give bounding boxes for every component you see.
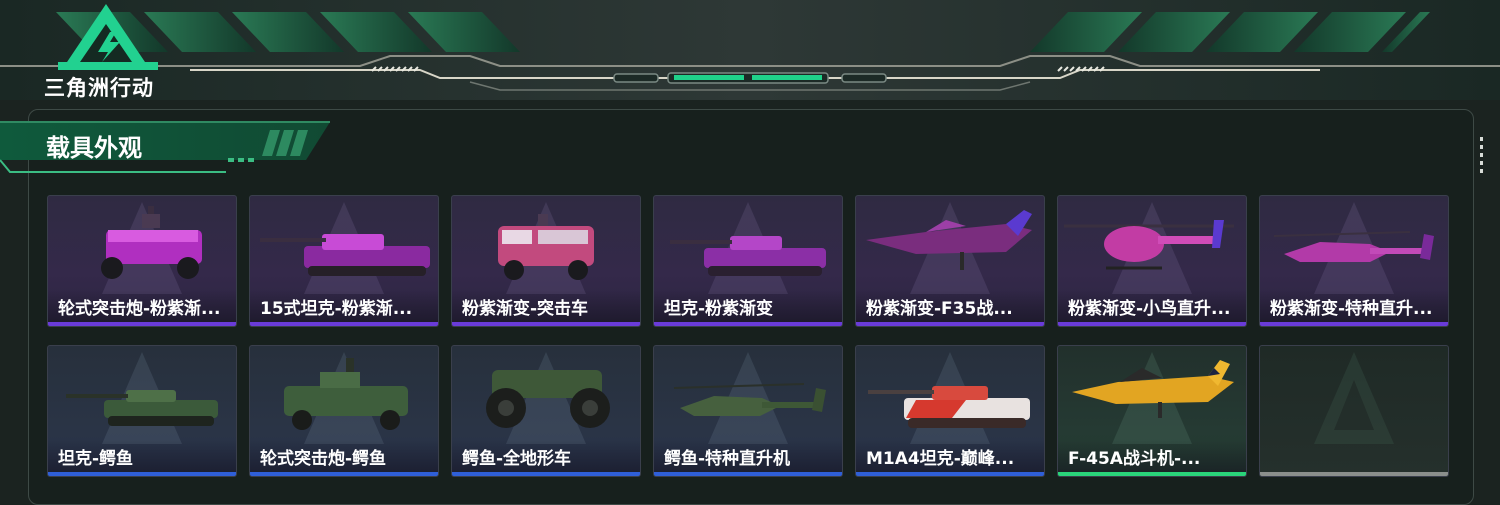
attack-helicopter-icon (673, 383, 826, 416)
rarity-bar (452, 322, 640, 326)
vehicle-card[interactable]: 粉紫渐变-特种直升... (1259, 195, 1449, 327)
vehicle-card-name: 粉紫渐变-突击车 (462, 299, 589, 319)
vehicle-card-name: 粉紫渐变-特种直升... (1270, 299, 1433, 319)
rarity-bar (1058, 472, 1246, 476)
wheeled-assault-gun-icon (101, 206, 202, 279)
vehicle-card-name: 鳄鱼-全地形车 (462, 449, 572, 469)
rarity-bar (856, 472, 1044, 476)
fighter-jet-icon (1072, 360, 1234, 418)
little-bird-helicopter-icon (1064, 220, 1234, 270)
vehicle-card[interactable]: M1A4坦克-巅峰... (855, 345, 1045, 477)
vehicle-card[interactable]: 15式坦克-粉紫渐... (249, 195, 439, 327)
vehicle-card[interactable]: 坦克-粉紫渐变 (653, 195, 843, 327)
atv-icon (486, 370, 610, 428)
logo-text: 三角洲行动 (44, 76, 154, 100)
vehicle-card-name: 轮式突击炮-粉紫渐... (58, 299, 221, 319)
rarity-bar (1058, 322, 1246, 326)
vehicle-card-name: 坦克-鳄鱼 (58, 449, 134, 469)
empty-slot-icon (1314, 352, 1394, 444)
vehicle-card-name: 鳄鱼-特种直升机 (664, 449, 791, 469)
vehicle-card[interactable]: 鳄鱼-全地形车 (451, 345, 641, 477)
rarity-bar (452, 472, 640, 476)
vehicle-card[interactable]: 粉紫渐变-F35战... (855, 195, 1045, 327)
rarity-bar (1260, 472, 1448, 476)
vehicle-card-name: 15式坦克-粉紫渐... (260, 299, 413, 319)
vehicle-card-name: 粉紫渐变-F35战... (866, 299, 1013, 319)
attack-helicopter-icon (1273, 231, 1434, 262)
fighter-jet-icon (866, 210, 1032, 270)
tank-icon (868, 386, 1030, 428)
tank-icon (670, 236, 826, 276)
light-tank-icon (260, 234, 430, 276)
vehicle-card[interactable]: 鳄鱼-特种直升机 (653, 345, 843, 477)
rarity-bar (250, 472, 438, 476)
vehicle-card[interactable]: F-45A战斗机-... (1057, 345, 1247, 477)
vehicle-card[interactable]: 坦克-鳄鱼 (47, 345, 237, 477)
vehicle-card[interactable]: 轮式突击炮-粉紫渐... (47, 195, 237, 327)
empty-slot (1259, 345, 1449, 477)
vehicle-card-name: 轮式突击炮-鳄鱼 (260, 449, 387, 469)
rarity-bar (654, 472, 842, 476)
assault-vehicle-icon (498, 214, 594, 280)
vehicle-card-name: M1A4坦克-巅峰... (866, 449, 1015, 469)
vehicle-card[interactable]: 粉紫渐变-小鸟直升... (1057, 195, 1247, 327)
rarity-bar (856, 322, 1044, 326)
rarity-bar (48, 322, 236, 326)
vehicle-card[interactable]: 粉紫渐变-突击车 (451, 195, 641, 327)
wheeled-assault-gun-icon (284, 358, 408, 430)
rarity-bar (1260, 322, 1448, 326)
vehicle-card-name: 粉紫渐变-小鸟直升... (1068, 299, 1231, 319)
vehicle-card-name: 坦克-粉紫渐变 (664, 299, 774, 319)
rarity-bar (48, 472, 236, 476)
more-options-icon[interactable] (1480, 137, 1486, 181)
section-title: 载具外观 (46, 134, 142, 162)
vehicle-card[interactable]: 轮式突击炮-鳄鱼 (249, 345, 439, 477)
vehicle-card-name: F-45A战斗机-... (1068, 449, 1201, 469)
rarity-bar (654, 322, 842, 326)
rarity-bar (250, 322, 438, 326)
tank-icon (66, 390, 218, 426)
